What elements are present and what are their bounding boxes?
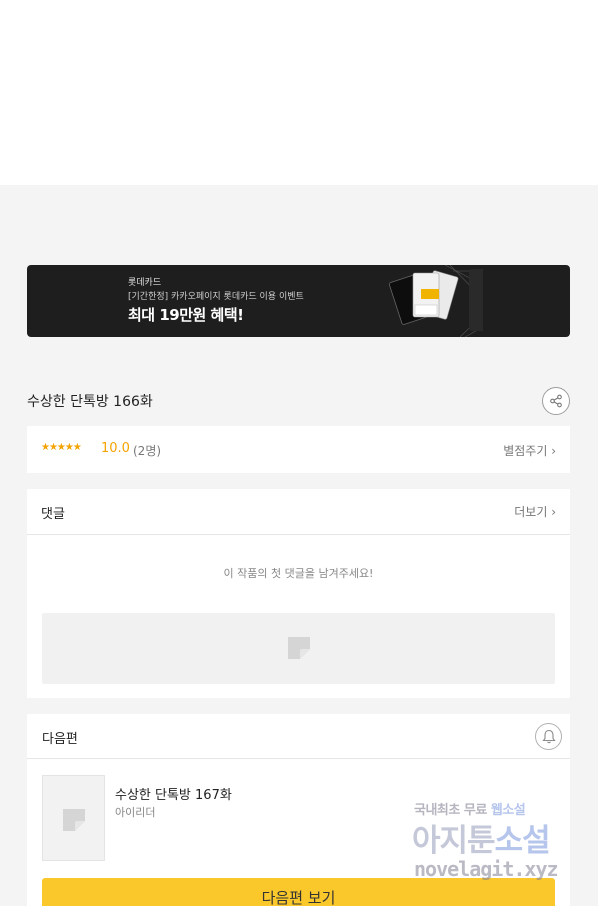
banner-brand: 롯데카드 (128, 278, 162, 288)
comments-header: 댓글 더보기 › (27, 489, 570, 535)
next-episode-thumbnail[interactable] (42, 775, 105, 861)
image-placeholder-icon (63, 809, 85, 831)
banner-headline: 최대 19만원 혜택! (128, 306, 244, 324)
comments-more-button[interactable]: 더보기 › (514, 503, 556, 520)
ad-placeholder (42, 613, 555, 684)
next-episode-button[interactable]: 다음편 보기 (42, 878, 555, 906)
next-episode-title[interactable]: 수상한 단톡방 167화 (115, 784, 232, 803)
share-button[interactable] (542, 387, 570, 415)
comments-title: 댓글 (41, 507, 65, 522)
bell-icon (541, 729, 556, 744)
episode-header: 수상한 단톡방 166화 (27, 386, 570, 416)
comments-empty-message: 이 작품의 첫 댓글을 남겨주세요! (223, 567, 374, 580)
rating-count: (2명) (133, 444, 162, 458)
next-episode-author: 아이리더 (115, 806, 156, 819)
image-placeholder-icon (288, 637, 310, 659)
comments-section: 댓글 더보기 › 이 작품의 첫 댓글을 남겨주세요! (27, 489, 570, 698)
episode-title: 수상한 단톡방 166화 (27, 394, 153, 410)
promo-banner[interactable]: 롯데카드 [기간한정] 카카오페이지 롯데카드 이용 이벤트 최대 19만원 혜… (27, 265, 570, 337)
rating-stars: ★★★★★ (41, 442, 82, 453)
next-episode-section-title: 다음편 (42, 732, 78, 747)
share-icon (550, 394, 562, 408)
banner-subtitle: [기간한정] 카카오페이지 롯데카드 이용 이벤트 (128, 292, 304, 302)
rate-button[interactable]: 별점주기 › (503, 442, 556, 459)
notify-button[interactable] (535, 723, 562, 750)
next-episode-header: 다음편 (27, 714, 570, 759)
card-images-graphic (388, 265, 483, 337)
top-blank-area (0, 0, 598, 185)
rating-score: 10.0 (101, 441, 130, 456)
next-episode-section: 다음편 수상한 단톡방 167화 아이리더 다음편 보기 (27, 714, 570, 906)
rating-card: ★★★★★ 10.0 (2명) 별점주기 › (27, 426, 570, 473)
